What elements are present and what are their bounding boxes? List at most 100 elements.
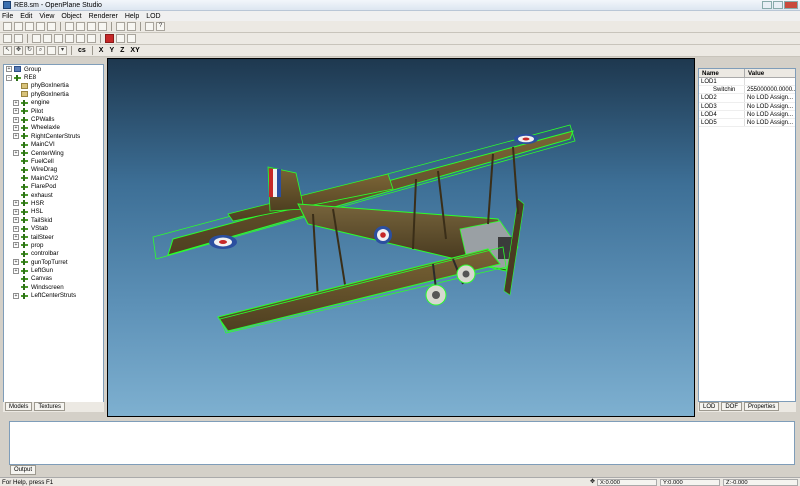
menu-view[interactable]: View — [39, 13, 54, 20]
expand-toggle-icon[interactable]: + — [13, 108, 19, 115]
tab-textures[interactable]: Textures — [34, 402, 66, 411]
menu-help[interactable]: Help — [125, 13, 139, 20]
tree-node[interactable]: exhaust — [4, 191, 103, 199]
property-row[interactable]: LOD5 No LOD Assign... — [699, 118, 795, 128]
tree-node[interactable]: + LeftGun — [4, 266, 103, 274]
tree-node[interactable]: + VStab — [4, 224, 103, 232]
column-value[interactable]: Value — [745, 69, 795, 77]
menu-renderer[interactable]: Renderer — [89, 13, 118, 20]
link-icon[interactable] — [32, 34, 41, 43]
property-value[interactable]: No LOD Assign... — [745, 119, 795, 126]
tree-node[interactable]: MainCVI2 — [4, 174, 103, 182]
tree-node[interactable]: + LeftCenterStruts — [4, 292, 103, 300]
tree-node[interactable]: + prop — [4, 241, 103, 249]
refresh-icon[interactable] — [47, 22, 56, 31]
tab-output[interactable]: Output — [10, 465, 37, 475]
save-icon[interactable] — [25, 22, 34, 31]
tree-node[interactable]: + HSR — [4, 199, 103, 207]
property-value[interactable]: No LOD Assign... — [745, 103, 795, 110]
tree-node[interactable]: + HSL — [4, 208, 103, 216]
column-name[interactable]: Name — [699, 69, 745, 77]
expand-toggle-icon[interactable]: - — [6, 74, 12, 81]
menu-file[interactable]: File — [2, 13, 13, 20]
cut-icon[interactable] — [65, 22, 74, 31]
print-icon[interactable] — [145, 22, 154, 31]
tree-node[interactable]: + Pilot — [4, 107, 103, 115]
expand-toggle-icon[interactable]: + — [13, 124, 19, 131]
menu-lod[interactable]: LOD — [146, 13, 160, 20]
redo-icon[interactable] — [127, 22, 136, 31]
expand-toggle-icon[interactable]: + — [6, 66, 12, 73]
axis-y-button[interactable]: Y — [107, 47, 116, 54]
tree-node[interactable]: + engine — [4, 99, 103, 107]
tree-node[interactable]: + RightCenterStruts — [4, 132, 103, 140]
tree-node[interactable]: + CenterWing — [4, 149, 103, 157]
undo-icon[interactable] — [116, 22, 125, 31]
paste-icon[interactable] — [87, 22, 96, 31]
delete-icon[interactable] — [98, 22, 107, 31]
expand-toggle-icon[interactable]: + — [13, 200, 19, 207]
property-row[interactable]: LOD1 — [699, 78, 795, 87]
face-icon[interactable] — [76, 34, 85, 43]
zoom-icon[interactable]: ⌕ — [36, 46, 45, 55]
tree-node[interactable]: + tailSteer — [4, 233, 103, 241]
coordinate-system-dropdown[interactable]: cs — [76, 47, 88, 54]
expand-toggle-icon[interactable]: + — [13, 99, 19, 106]
property-row[interactable]: Switchin 255000000.0000... — [699, 86, 795, 95]
network-icon[interactable] — [127, 34, 136, 43]
menu-edit[interactable]: Edit — [20, 13, 32, 20]
axis-xy-button[interactable]: XY — [128, 47, 141, 54]
chevron-down-icon[interactable]: ▾ — [58, 46, 67, 55]
property-row[interactable]: LOD3 No LOD Assign... — [699, 102, 795, 111]
move-icon[interactable]: ✥ — [14, 46, 23, 55]
axis-x-button[interactable]: X — [97, 47, 106, 54]
axis-z-button[interactable]: Z — [118, 47, 126, 54]
copy-icon[interactable] — [76, 22, 85, 31]
tab-properties[interactable]: Properties — [744, 402, 780, 411]
rotate-icon[interactable]: ↻ — [25, 46, 34, 55]
select-arrow-icon[interactable]: ↖ — [3, 46, 12, 55]
import-icon[interactable] — [3, 34, 12, 43]
edge-icon[interactable] — [65, 34, 74, 43]
expand-toggle-icon[interactable]: + — [13, 116, 19, 123]
property-row[interactable]: LOD4 No LOD Assign... — [699, 110, 795, 119]
tree-node[interactable]: + Wheelaxle — [4, 124, 103, 132]
expand-toggle-icon[interactable]: + — [13, 259, 19, 266]
tree-node[interactable]: MainCVI — [4, 141, 103, 149]
tree-node[interactable]: - RE8 — [4, 73, 103, 81]
expand-toggle-icon[interactable]: + — [13, 234, 19, 240]
menu-object[interactable]: Object — [61, 13, 81, 20]
unlink-icon[interactable] — [43, 34, 52, 43]
expand-toggle-icon[interactable]: + — [13, 267, 19, 274]
tree-node[interactable]: phyBoxInertia — [4, 90, 103, 98]
record-icon[interactable] — [105, 34, 114, 43]
export-icon[interactable] — [14, 34, 23, 43]
maximize-button[interactable] — [773, 1, 783, 9]
tree-node[interactable]: controlbar — [4, 250, 103, 258]
mesh-icon[interactable] — [87, 34, 96, 43]
tree-node[interactable]: Canvas — [4, 275, 103, 283]
tree-node[interactable]: FlarePod — [4, 182, 103, 190]
expand-toggle-icon[interactable]: + — [13, 133, 19, 140]
expand-toggle-icon[interactable]: + — [13, 225, 19, 232]
tree-node[interactable]: WireDrag — [4, 166, 103, 174]
expand-toggle-icon[interactable]: + — [13, 208, 19, 215]
tree-node[interactable]: FuelCell — [4, 157, 103, 165]
tree-node[interactable]: phyBoxInertia — [4, 82, 103, 90]
open-file-icon[interactable] — [14, 22, 23, 31]
property-value[interactable] — [745, 78, 795, 85]
expand-toggle-icon[interactable]: + — [13, 242, 19, 249]
save-all-icon[interactable] — [36, 22, 45, 31]
property-value[interactable]: 255000000.0000... — [745, 86, 795, 93]
new-file-icon[interactable] — [3, 22, 12, 31]
tree-node[interactable]: Windscreen — [4, 283, 103, 291]
tab-dof[interactable]: DOF — [721, 402, 743, 411]
expand-toggle-icon[interactable]: + — [13, 150, 19, 157]
close-button[interactable] — [784, 1, 798, 9]
expand-toggle-icon[interactable]: + — [13, 217, 19, 224]
tab-lod[interactable]: LOD — [699, 402, 720, 411]
tree-node[interactable]: + Group — [4, 65, 103, 73]
property-value[interactable]: No LOD Assign... — [745, 94, 795, 101]
scale-icon[interactable] — [47, 46, 56, 55]
tree-node[interactable]: + CPWalls — [4, 115, 103, 123]
